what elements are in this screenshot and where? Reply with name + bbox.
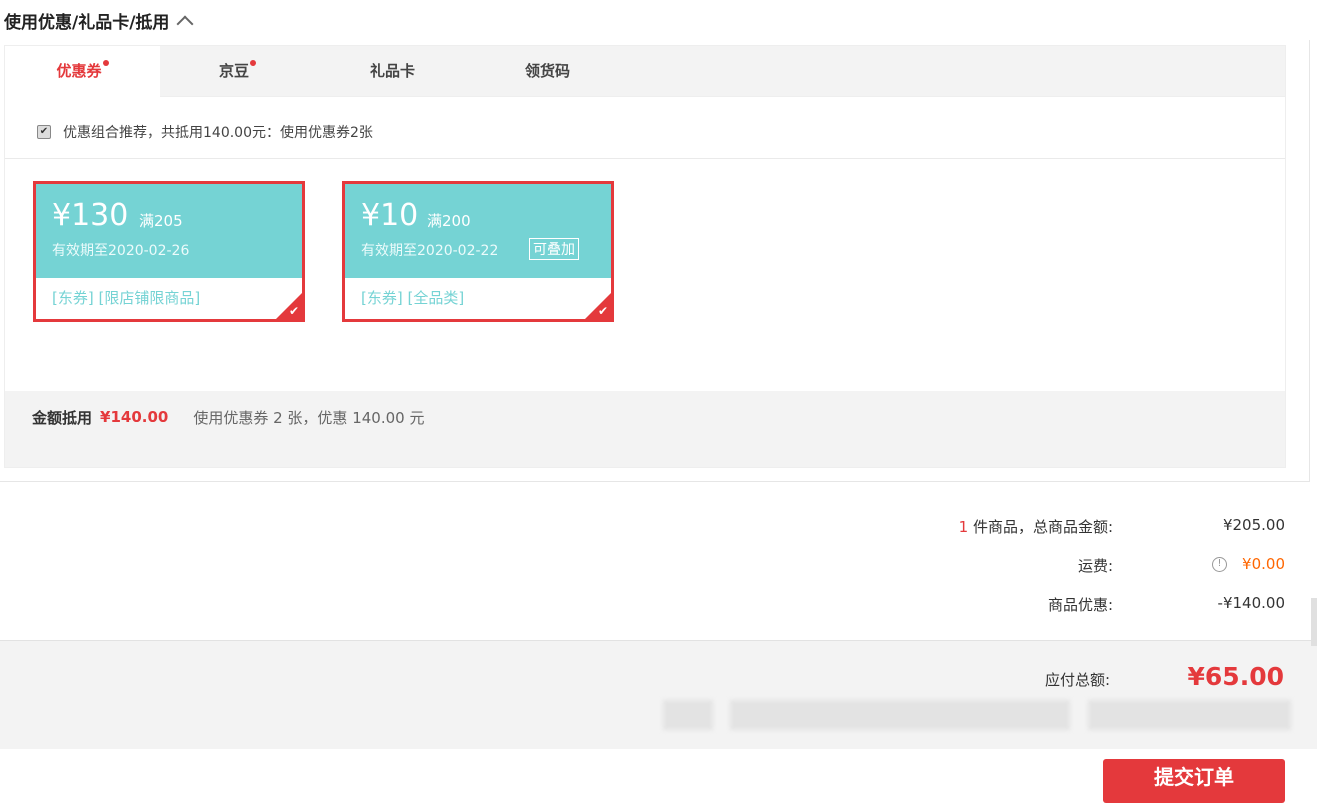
coupon-condition: 满205 — [139, 212, 183, 230]
tab-label: 领货码 — [524, 62, 570, 80]
items-total-row: 1 件商品，总商品金额: ¥205.00 — [0, 516, 1285, 538]
new-dot-icon — [102, 60, 109, 66]
section-header[interactable]: 使用优惠/礼品卡/抵用 — [4, 8, 194, 33]
coupon-condition: 满200 — [427, 212, 471, 230]
submit-order-button[interactable]: 提交订单 — [1103, 759, 1285, 803]
items-count: 1 — [958, 518, 969, 536]
tab-label: 京豆 — [218, 62, 249, 80]
coupon-expiry: 有效期至2020-02-26 — [52, 243, 190, 259]
blurred-text — [730, 700, 1070, 730]
tab-label: 礼品卡 — [369, 62, 415, 80]
blurred-text — [1088, 700, 1291, 730]
coupon-amount: ¥130 — [52, 198, 129, 233]
shipping-value-wrap: ! ¥0.00 — [1212, 555, 1285, 573]
grand-total-bar — [0, 640, 1317, 749]
discount-value: -¥140.00 — [1217, 594, 1285, 612]
shipping-value: ¥0.00 — [1242, 555, 1285, 573]
grand-total-label: 应付总额: — [1044, 671, 1110, 689]
tab-giftcard[interactable]: 礼品卡 — [315, 46, 470, 96]
coupon-scope: [东券] [全品类] — [361, 289, 465, 307]
check-icon: ✔ — [597, 304, 608, 318]
combo-recommend-row: ✔ 优惠组合推荐，共抵用140.00元：使用优惠券2张 — [37, 121, 373, 143]
tab-label: 优惠券 — [56, 62, 102, 80]
summary-bar — [5, 391, 1285, 467]
new-dot-icon — [250, 60, 256, 66]
blurred-text — [663, 700, 713, 730]
chevron-up-icon[interactable] — [176, 15, 194, 32]
divider — [5, 158, 1285, 159]
items-total-label: 1 件商品，总商品金额: — [959, 516, 1113, 537]
grand-total-value: ¥65.00 — [1187, 662, 1284, 691]
shipping-label: 运费: — [1077, 557, 1113, 575]
check-icon: ✔ — [288, 304, 299, 318]
summary-amount: ¥140.00 — [100, 408, 169, 426]
discount-tabs: 优惠券 京豆 礼品卡 领货码 — [5, 46, 1285, 97]
items-label-text: 件商品，总商品金额: — [968, 518, 1113, 536]
discount-row: 商品优惠: -¥140.00 — [0, 594, 1285, 616]
shipping-row: 运费: ! ¥0.00 — [0, 555, 1285, 577]
coupon-card[interactable]: ¥130 满205 有效期至2020-02-26 [东券] [限店铺限商品] ✔ — [33, 181, 305, 322]
summary-desc: 使用优惠券 2 张，优惠 140.00 元 — [193, 408, 425, 427]
tab-coupons[interactable]: 优惠券 — [5, 46, 160, 97]
tab-pickup-code[interactable]: 领货码 — [470, 46, 625, 96]
scrollbar-thumb[interactable] — [1311, 598, 1317, 646]
coupon-scope: [东券] [限店铺限商品] — [52, 289, 201, 307]
info-circle-icon[interactable]: ! — [1212, 556, 1228, 572]
items-total-value: ¥205.00 — [1222, 516, 1285, 534]
combo-checkbox[interactable]: ✔ — [37, 125, 51, 139]
combo-text: 优惠组合推荐，共抵用140.00元：使用优惠券2张 — [63, 125, 373, 141]
coupon-card[interactable]: ¥10 满200 有效期至2020-02-22 可叠加 [东券] [全品类] ✔ — [342, 181, 614, 322]
discount-label: 商品优惠: — [1047, 596, 1113, 614]
tab-jingdou[interactable]: 京豆 — [160, 46, 315, 96]
discount-summary: 金额抵用 ¥140.00 使用优惠券 2 张，优惠 140.00 元 — [32, 405, 424, 429]
summary-label: 金额抵用 — [32, 408, 93, 427]
stackable-badge: 可叠加 — [529, 238, 579, 260]
section-title: 使用优惠/礼品卡/抵用 — [4, 13, 170, 33]
coupon-expiry: 有效期至2020-02-22 — [361, 243, 499, 259]
coupon-amount: ¥10 — [361, 198, 419, 233]
